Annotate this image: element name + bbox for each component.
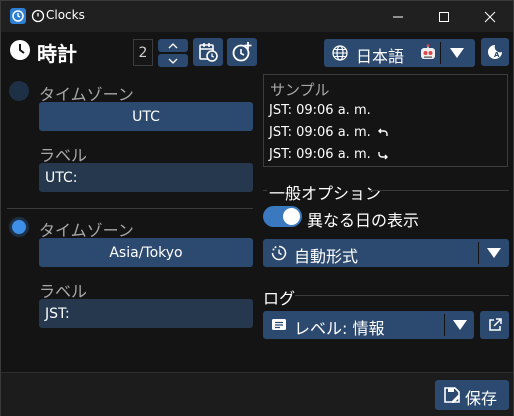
close-button[interactable]: [467, 1, 513, 32]
window-title: Clocks: [46, 8, 85, 22]
dropdown-arrow-icon: [453, 320, 467, 330]
app-icon: [10, 8, 26, 24]
maximize-icon: [439, 11, 449, 22]
app-window: Clocks 時計 2 日本語 A タイムゾーン UTC ラベル UTC: タイ…: [0, 0, 514, 416]
clock-divider: [7, 208, 253, 209]
chevron-down-icon: [168, 58, 178, 64]
chevron-up-icon: [168, 42, 178, 48]
clock-2-radio[interactable]: [9, 217, 29, 237]
title-bar: Clocks: [1, 1, 513, 32]
clock-2-label-input[interactable]: JST:: [39, 299, 253, 328]
sample-title: サンプル: [270, 81, 330, 99]
save-button[interactable]: 保存: [435, 380, 509, 410]
save-label: 保存: [465, 389, 498, 408]
decrement-button[interactable]: [158, 54, 188, 67]
external-link-icon: [488, 318, 502, 331]
clock-icon: [31, 9, 45, 23]
log-level-select[interactable]: レベル: 情報: [263, 311, 474, 339]
save-icon: [444, 387, 460, 403]
log-level-label: レベル: 情報: [294, 319, 385, 338]
clock-count-field[interactable]: 2: [133, 39, 153, 66]
minimize-button[interactable]: [375, 1, 421, 32]
general-options-title: 一般オプション: [269, 184, 382, 203]
arrow-back-icon: [377, 128, 388, 136]
time-format-select[interactable]: 自動形式: [263, 239, 509, 267]
maximize-button[interactable]: [421, 1, 467, 32]
clock-1-radio[interactable]: [9, 81, 29, 101]
sample-panel: サンプル JST: 09:06 a. m. JST: 09:06 a. m. J…: [263, 74, 508, 167]
sample-line-2: JST: 09:06 a. m.: [269, 125, 389, 140]
show-different-day-label: 異なる日の表示: [307, 211, 420, 230]
remove-clock-button[interactable]: [193, 38, 223, 66]
language-label: 日本語: [356, 47, 405, 66]
sample-line-1: JST: 09:06 a. m.: [269, 103, 371, 118]
language-select[interactable]: 日本語: [324, 39, 475, 67]
dropdown-arrow-icon: [487, 248, 501, 258]
theme-toggle-button[interactable]: A: [481, 38, 509, 66]
svg-text:A: A: [494, 51, 500, 59]
clock-2-timezone-button[interactable]: Asia/Tokyo: [39, 238, 253, 267]
calendar-clock-icon: [199, 43, 218, 62]
log-title: ログ: [263, 289, 296, 308]
add-clock-button[interactable]: [227, 38, 257, 66]
close-icon: [484, 11, 496, 22]
clock-format-icon: [271, 245, 287, 261]
increment-button[interactable]: [158, 39, 188, 52]
footer-bar: 保存: [1, 373, 513, 416]
time-format-label: 自動形式: [294, 247, 359, 266]
dropdown-arrow-icon: [450, 48, 464, 58]
arrow-forward-icon: [378, 151, 388, 159]
clock-1-timezone-button[interactable]: UTC: [39, 102, 253, 131]
robot-icon: [421, 44, 435, 59]
globe-icon: [332, 45, 348, 61]
main-content: 時計 2 日本語 A タイムゾーン UTC ラベル UTC: タイムゾーン As…: [1, 32, 513, 373]
log-list-icon: [272, 319, 286, 330]
sample-line-3: JST: 09:06 a. m.: [269, 147, 389, 162]
minimize-icon: [393, 16, 403, 17]
clock-icon: [10, 40, 30, 60]
show-different-day-toggle[interactable]: [263, 206, 302, 227]
clock-1-label-input[interactable]: UTC:: [39, 163, 253, 192]
page-title: 時計: [37, 42, 77, 66]
theme-icon: A: [488, 45, 502, 59]
add-clock-icon: [232, 42, 252, 62]
open-log-button[interactable]: [480, 311, 509, 339]
